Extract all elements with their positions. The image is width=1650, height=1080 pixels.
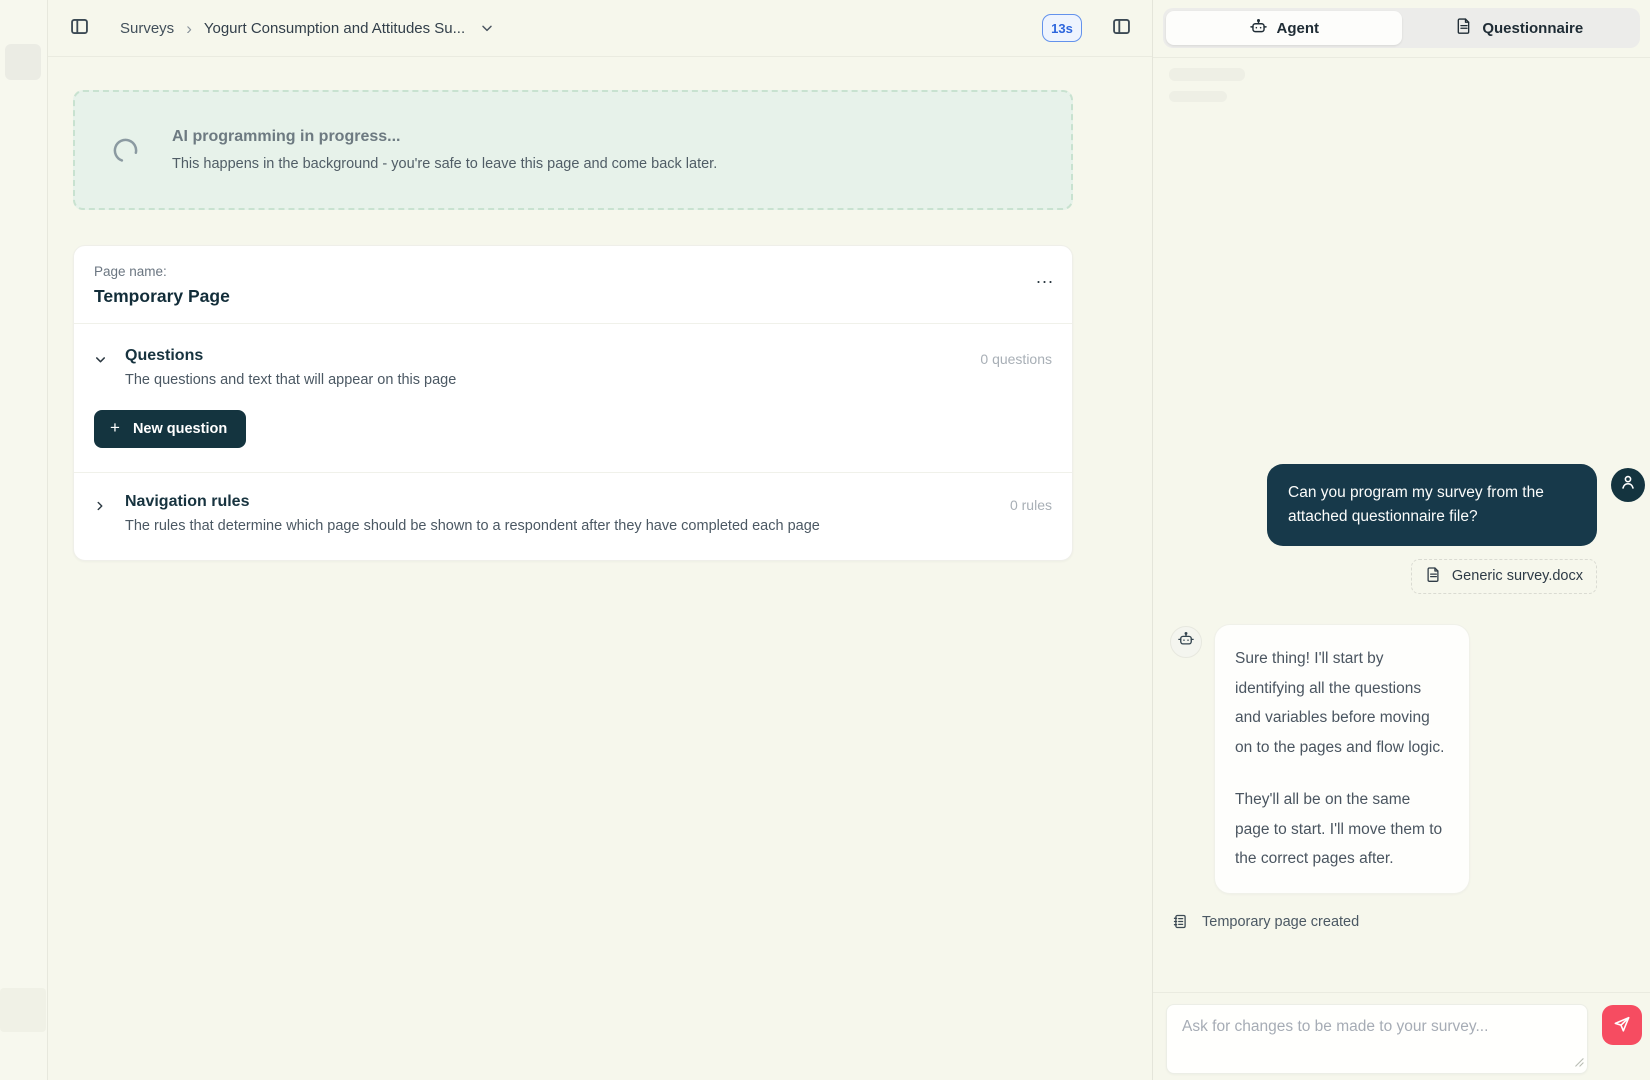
- spinner-icon: [112, 137, 139, 164]
- chat-input-area: [1153, 992, 1650, 1080]
- right-panel-toggle-button[interactable]: [1108, 15, 1134, 41]
- ai-progress-banner: AI programming in progress... This happe…: [73, 90, 1073, 210]
- chevron-right-icon: ›: [186, 20, 192, 37]
- notebook-icon: [1172, 913, 1189, 930]
- loading-skeletons: [1153, 58, 1650, 102]
- panel-right-icon: [1111, 16, 1132, 40]
- navigation-rules-expand-button[interactable]: [87, 496, 113, 518]
- attachment-filename: Generic survey.docx: [1452, 568, 1583, 584]
- breadcrumb-survey-name[interactable]: Yogurt Consumption and Attitudes Su...: [204, 20, 465, 37]
- chat-input-box: [1166, 1004, 1588, 1079]
- bot-avatar: [1170, 626, 1202, 658]
- main-column: Surveys › Yogurt Consumption and Attitud…: [48, 0, 1152, 1080]
- page-card-header: Page name: Temporary Page ...: [74, 246, 1072, 323]
- sidebar-toggle-button[interactable]: [66, 15, 92, 41]
- questions-section-row: Questions The questions and text that wi…: [74, 324, 1072, 394]
- navigation-rules-section-row: Navigation rules The rules that determin…: [74, 473, 1072, 560]
- rail-ghost-bottom: [0, 988, 46, 1032]
- page-name-label: Page name:: [94, 264, 1052, 279]
- page-menu-button[interactable]: ...: [1036, 268, 1054, 286]
- bot-message-bubble: Sure thing! I'll start by identifying al…: [1214, 624, 1470, 894]
- banner-text: AI programming in progress... This happe…: [172, 128, 717, 172]
- bot-paragraph: Sure thing! I'll start by identifying al…: [1235, 644, 1449, 763]
- tab-agent-label: Agent: [1277, 20, 1320, 37]
- tab-questionnaire-label: Questionnaire: [1482, 20, 1583, 37]
- user-message-bubble: Can you program my survey from the attac…: [1267, 464, 1597, 546]
- survey-builder-app: Surveys › Yogurt Consumption and Attitud…: [0, 0, 1650, 1080]
- ellipsis-icon: ...: [1036, 267, 1054, 287]
- left-rail: [0, 0, 48, 1080]
- page-card: Page name: Temporary Page ... Questions …: [73, 245, 1073, 561]
- paper-plane-icon: [1612, 1014, 1632, 1037]
- breadcrumb-surveys-link[interactable]: Surveys: [120, 20, 174, 37]
- panel-tab-bar-wrap: Agent Questionnaire: [1153, 0, 1650, 58]
- chat-input[interactable]: [1166, 1004, 1588, 1074]
- tool-status-row: Temporary page created: [1172, 913, 1645, 930]
- plus-icon: +: [110, 419, 120, 436]
- user-avatar: [1611, 468, 1645, 502]
- rail-ghost-tile: [5, 44, 41, 80]
- attachment-row: Generic survey.docx: [1165, 559, 1597, 594]
- chevron-down-icon[interactable]: [479, 20, 495, 36]
- questions-collapse-button[interactable]: [87, 350, 113, 372]
- navigation-rules-count: 0 rules: [1010, 497, 1052, 513]
- user-message-row: Can you program my survey from the attac…: [1165, 464, 1645, 546]
- panel-tab-bar: Agent Questionnaire: [1163, 8, 1640, 48]
- banner-subtitle: This happens in the background - you're …: [172, 156, 717, 172]
- robot-icon: [1249, 17, 1268, 40]
- navigation-rules-title: Navigation rules: [125, 493, 1010, 511]
- questions-section-body: Questions The questions and text that wi…: [113, 347, 980, 388]
- chat-message-list[interactable]: Can you program my survey from the attac…: [1153, 102, 1650, 992]
- new-question-label: New question: [133, 421, 227, 437]
- chevron-down-icon: [93, 352, 108, 370]
- agent-panel: Agent Questionnaire Can you program my s…: [1152, 0, 1650, 1080]
- tab-agent[interactable]: Agent: [1166, 11, 1402, 45]
- skeleton-bar: [1169, 91, 1227, 102]
- banner-title: AI programming in progress...: [172, 128, 717, 146]
- breadcrumb: Surveys › Yogurt Consumption and Attitud…: [120, 20, 495, 37]
- bot-paragraph: They'll all be on the same page to start…: [1235, 785, 1449, 874]
- questions-count: 0 questions: [980, 351, 1052, 367]
- navigation-rules-desc: The rules that determine which page shou…: [125, 518, 1010, 534]
- robot-icon: [1177, 630, 1195, 653]
- document-icon: [1425, 566, 1442, 587]
- questions-section-desc: The questions and text that will appear …: [125, 372, 980, 388]
- send-button[interactable]: [1602, 1005, 1642, 1045]
- bot-message-row: Sure thing! I'll start by identifying al…: [1165, 624, 1645, 894]
- chevron-right-icon: [93, 499, 107, 516]
- tab-questionnaire[interactable]: Questionnaire: [1402, 11, 1638, 45]
- tool-status-text: Temporary page created: [1202, 914, 1359, 930]
- skeleton-bar: [1169, 68, 1245, 81]
- navigation-rules-section-body: Navigation rules The rules that determin…: [113, 493, 1010, 534]
- document-icon: [1455, 17, 1473, 39]
- panel-left-icon: [69, 16, 90, 40]
- timer-badge[interactable]: 13s: [1042, 14, 1082, 42]
- questions-section-title: Questions: [125, 347, 980, 365]
- page-name-value: Temporary Page: [94, 286, 1052, 307]
- new-question-button[interactable]: + New question: [94, 410, 246, 448]
- person-icon: [1618, 472, 1638, 497]
- attachment-chip[interactable]: Generic survey.docx: [1411, 559, 1597, 594]
- main-header: Surveys › Yogurt Consumption and Attitud…: [48, 0, 1152, 57]
